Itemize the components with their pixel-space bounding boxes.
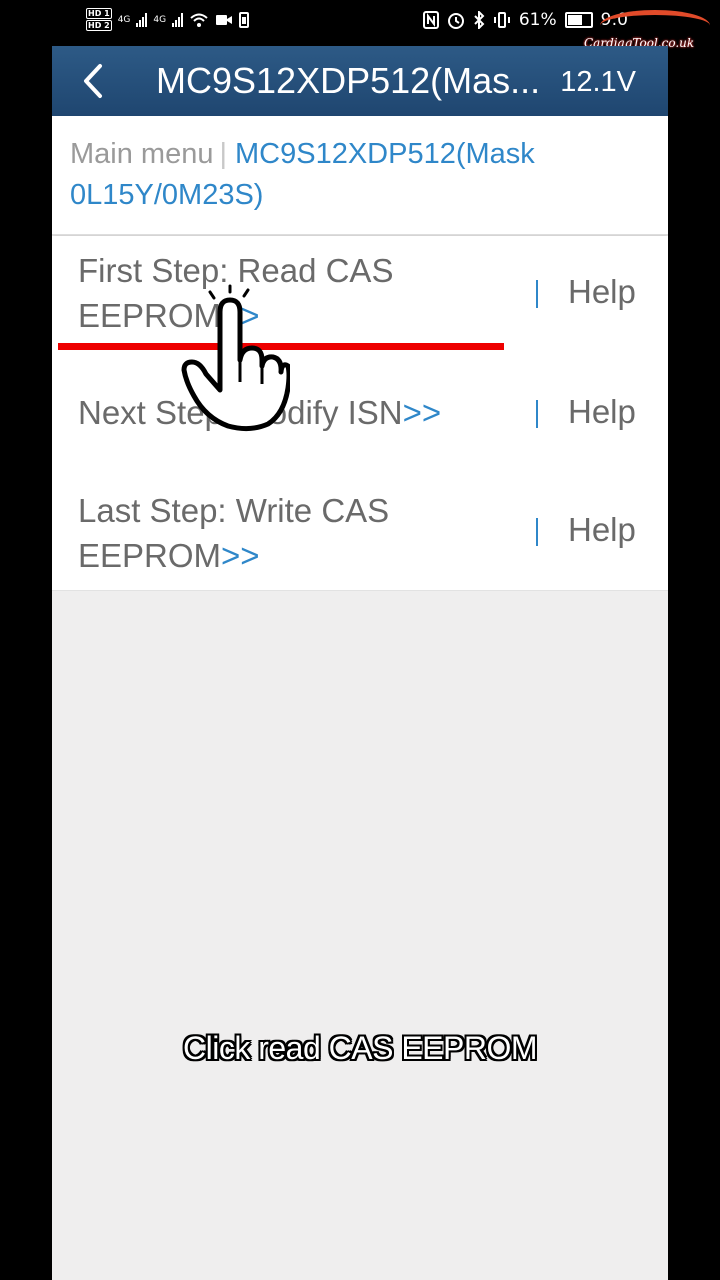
chevron-left-icon bbox=[84, 64, 102, 98]
step-row-read-cas[interactable]: First Step: Read CAS EEPROM>> Help bbox=[52, 236, 668, 355]
vibrate-icon bbox=[493, 12, 510, 28]
hd-badge-2: HD 2 bbox=[86, 20, 112, 31]
nfc-icon bbox=[422, 11, 439, 29]
breadcrumb-text: Main menu | MC9S12XDP512(Mask 0L15Y/0M23S) bbox=[70, 134, 630, 216]
wifi-icon bbox=[190, 13, 208, 27]
storage-icon bbox=[239, 12, 250, 28]
row-divider bbox=[536, 518, 538, 546]
signal-2-icon bbox=[172, 13, 184, 27]
page-title: MC9S12XDP512(Mas... bbox=[156, 60, 541, 101]
bluetooth-icon bbox=[474, 11, 485, 29]
breadcrumb-separator: | bbox=[219, 138, 228, 170]
help-button[interactable]: Help bbox=[568, 510, 636, 550]
help-button[interactable]: Help bbox=[568, 272, 636, 312]
step-row-write-cas[interactable]: Last Step: Write CAS EEPROM>> Help bbox=[52, 472, 668, 591]
signal-2-label: 4G bbox=[153, 15, 167, 25]
row-divider bbox=[536, 400, 538, 428]
video-caption: Click read CAS EEPROM bbox=[182, 1030, 538, 1066]
signal-1-icon bbox=[136, 13, 148, 27]
step-label[interactable]: Last Step: Write CAS EEPROM>> bbox=[78, 488, 498, 578]
breadcrumb-main-menu[interactable]: Main menu bbox=[70, 138, 213, 170]
row-divider bbox=[536, 280, 538, 308]
step-arrows: >> bbox=[402, 394, 442, 431]
hd-badges: HD 1 HD 2 bbox=[86, 8, 112, 32]
step-row-modify-isn[interactable]: Next Step: Modify ISN>> Help bbox=[52, 354, 668, 473]
status-left: HD 1 HD 2 4G 4G bbox=[86, 8, 250, 32]
battery-percent: 61% bbox=[518, 10, 557, 30]
voltage-readout: 12.1V bbox=[560, 66, 636, 98]
video-icon bbox=[216, 15, 233, 25]
title-bar: MC9S12XDP512(Mas... 12.1V bbox=[52, 46, 668, 116]
signal-1-label: 4G bbox=[117, 15, 131, 25]
app-window: MC9S12XDP512(Mas... 12.1V Main menu | MC9S… bbox=[52, 46, 668, 1280]
breadcrumb: Main menu | MC9S12XDP512(Mask 0L15Y/0M23S) bbox=[52, 116, 668, 235]
back-button[interactable] bbox=[76, 60, 112, 102]
hand-pointer-icon bbox=[181, 284, 290, 432]
step-arrows: >> bbox=[221, 537, 260, 574]
help-button[interactable]: Help bbox=[568, 392, 636, 432]
hd-badge-1: HD 1 bbox=[86, 8, 112, 19]
alarm-icon bbox=[447, 13, 464, 29]
